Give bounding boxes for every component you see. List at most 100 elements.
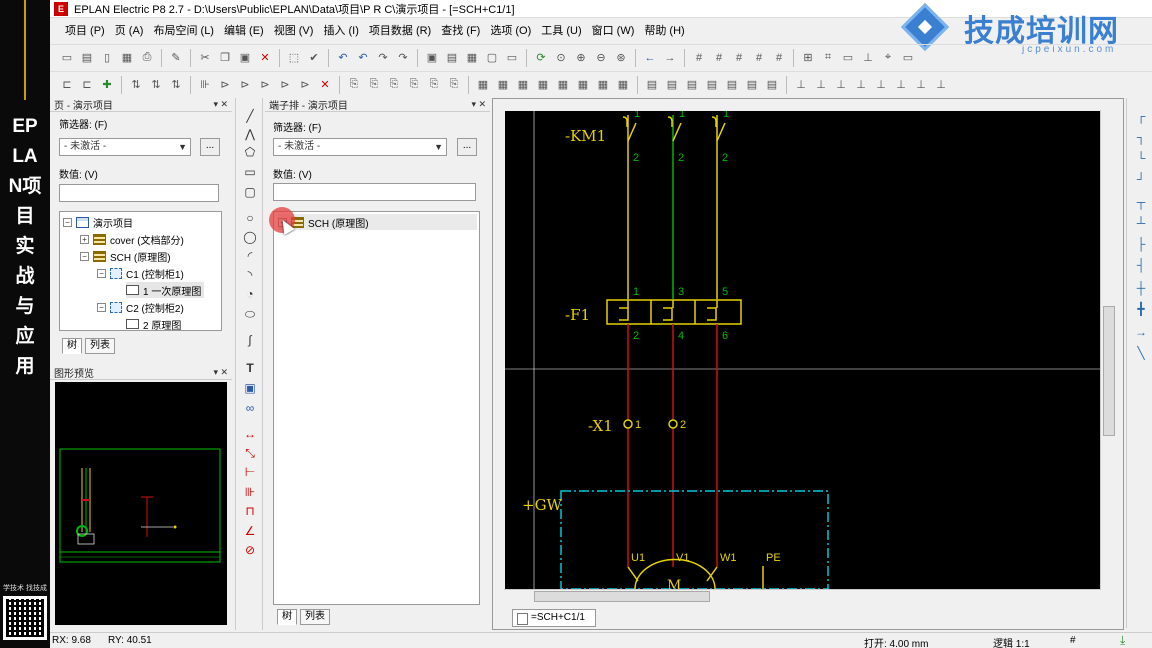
open-project-icon[interactable]: ▤ bbox=[78, 49, 96, 67]
arrange-c-icon[interactable]: ⇅ bbox=[167, 76, 185, 94]
tab-list[interactable]: 列表 bbox=[300, 609, 330, 625]
collapse-icon[interactable]: − bbox=[97, 302, 106, 312]
schematic-canvas[interactable]: -KM1 1 1 1 2 2 2 -F1 1 3 5 2 4 6 -X1 1 2… bbox=[505, 111, 1102, 589]
grid-a-icon[interactable]: # bbox=[690, 49, 708, 67]
circle-3pt-tool-icon[interactable]: ◯ bbox=[241, 229, 259, 245]
report-c-icon[interactable]: ⊳ bbox=[256, 76, 274, 94]
symbol-c-icon[interactable]: ⊥ bbox=[832, 76, 850, 94]
tab-tree[interactable]: 树 bbox=[277, 609, 297, 625]
grid-e-icon[interactable]: # bbox=[770, 49, 788, 67]
symbol-f-icon[interactable]: ⊥ bbox=[892, 76, 910, 94]
tree-node-page2[interactable]: 2 原理图 bbox=[126, 316, 181, 332]
plc-g-icon[interactable]: ▤ bbox=[763, 76, 781, 94]
report-e-icon[interactable]: ⊳ bbox=[296, 76, 314, 94]
symbol-h-icon[interactable]: ⊥ bbox=[932, 76, 950, 94]
menu-project-data[interactable]: 项目数据 (R) bbox=[364, 22, 436, 38]
menu-options[interactable]: 选项 (O) bbox=[485, 22, 536, 38]
table-icon[interactable]: ▤ bbox=[443, 49, 461, 67]
delete-icon[interactable]: ✕ bbox=[256, 49, 274, 67]
menu-layout-space[interactable]: 布局空间 (L) bbox=[148, 22, 219, 38]
horizontal-scrollbar[interactable] bbox=[504, 589, 1100, 603]
horizontal-scroll-thumb[interactable] bbox=[534, 591, 710, 602]
coordinates-icon[interactable]: ⌖ bbox=[879, 49, 897, 67]
macro-e-icon[interactable]: ⎘ bbox=[425, 76, 443, 94]
window-icon[interactable]: ▭ bbox=[503, 49, 521, 67]
tab-tree[interactable]: 树 bbox=[62, 338, 82, 354]
tree-node-sch[interactable]: − SCH (原理图) bbox=[80, 248, 171, 264]
download-icon[interactable]: ⤓ bbox=[1120, 633, 1125, 648]
text-tool-icon[interactable]: T bbox=[241, 360, 259, 376]
expand-icon[interactable]: + bbox=[80, 234, 89, 244]
frame-icon[interactable]: ▢ bbox=[483, 49, 501, 67]
grid-d-icon[interactable]: # bbox=[750, 49, 768, 67]
menu-page[interactable]: 页 (A) bbox=[110, 22, 149, 38]
plc-c-icon[interactable]: ▤ bbox=[683, 76, 701, 94]
menu-tools[interactable]: 工具 (U) bbox=[536, 22, 586, 38]
panel-pin-close-icon[interactable]: ▾ ✕ bbox=[213, 99, 232, 110]
menu-insert[interactable]: 插入 (I) bbox=[318, 22, 363, 38]
forward-icon[interactable]: → bbox=[661, 49, 679, 67]
undo-icon[interactable]: ↶ bbox=[334, 49, 352, 67]
device-e-icon[interactable]: ▦ bbox=[554, 76, 572, 94]
paste-icon[interactable]: ▣ bbox=[236, 49, 254, 67]
tree-node-c2[interactable]: − C2 (控制柜2) bbox=[97, 299, 184, 315]
report-b-icon[interactable]: ⊳ bbox=[236, 76, 254, 94]
image-tool-icon[interactable]: ▣ bbox=[241, 380, 259, 396]
arc-tool-icon[interactable]: ◜ bbox=[241, 248, 259, 264]
aligned-dimension-icon[interactable]: ⤡ bbox=[241, 445, 259, 461]
page-filter-select[interactable]: - 未激活 - ▼ bbox=[59, 138, 191, 156]
tree-node-terminal-sch[interactable]: + SCH (原理图) bbox=[278, 214, 477, 230]
page-nav-icon[interactable]: ⊏ bbox=[58, 76, 76, 94]
menu-project[interactable]: 项目 (P) bbox=[60, 22, 110, 38]
panel-pin-close-icon[interactable]: ▾ ✕ bbox=[471, 99, 490, 110]
grid-b-icon[interactable]: # bbox=[710, 49, 728, 67]
vertical-scrollbar[interactable] bbox=[1100, 110, 1116, 590]
new-project-icon[interactable]: ▭ bbox=[58, 49, 76, 67]
hyperlink-tool-icon[interactable]: ∞ bbox=[241, 400, 259, 416]
macro-c-icon[interactable]: ⎘ bbox=[385, 76, 403, 94]
plc-f-icon[interactable]: ▤ bbox=[743, 76, 761, 94]
document-tab[interactable]: =SCH+C1/1 bbox=[512, 609, 596, 627]
terminal-filter-select[interactable]: - 未激活 - ▼ bbox=[273, 138, 447, 156]
ellipse-tool-icon[interactable]: ⬭ bbox=[241, 306, 259, 322]
tree-node-c1[interactable]: − C1 (控制柜1) bbox=[97, 265, 184, 281]
menu-view[interactable]: 视图 (V) bbox=[269, 22, 319, 38]
grid-c-icon[interactable]: # bbox=[730, 49, 748, 67]
snap-grid-icon[interactable]: ⊞ bbox=[799, 49, 817, 67]
terminal-value-input[interactable] bbox=[273, 183, 476, 201]
plc-a-icon[interactable]: ▤ bbox=[643, 76, 661, 94]
macro-b-icon[interactable]: ⎘ bbox=[365, 76, 383, 94]
x1-terminal-2[interactable] bbox=[668, 419, 678, 429]
new-page-icon[interactable]: ▯ bbox=[98, 49, 116, 67]
corner-top-left-icon[interactable]: ┌ bbox=[1132, 108, 1150, 124]
tab-list[interactable]: 列表 bbox=[85, 338, 115, 354]
arc-3pt-tool-icon[interactable]: ◝ bbox=[241, 267, 259, 283]
radius-dimension-icon[interactable]: ⊘ bbox=[241, 542, 259, 558]
menu-window[interactable]: 窗口 (W) bbox=[587, 22, 640, 38]
redo-list-icon[interactable]: ↷ bbox=[394, 49, 412, 67]
plugin-icon[interactable]: ✚ bbox=[98, 76, 116, 94]
macro-f-icon[interactable]: ⎘ bbox=[445, 76, 463, 94]
plc-b-icon[interactable]: ▤ bbox=[663, 76, 681, 94]
corner-bottom-right-icon[interactable]: ┘ bbox=[1132, 171, 1150, 187]
corner-bottom-left-icon[interactable]: └ bbox=[1132, 150, 1150, 166]
ortho-icon[interactable]: ⊥ bbox=[859, 49, 877, 67]
collapse-icon[interactable]: − bbox=[97, 268, 106, 278]
panel-pin-close-icon[interactable]: ▾ ✕ bbox=[213, 367, 232, 378]
symbol-g-icon[interactable]: ⊥ bbox=[912, 76, 930, 94]
x1-terminal-1[interactable] bbox=[623, 419, 633, 429]
device-d-icon[interactable]: ▦ bbox=[534, 76, 552, 94]
device-g-icon[interactable]: ▦ bbox=[594, 76, 612, 94]
refresh-icon[interactable]: ⟳ bbox=[532, 49, 550, 67]
baseline-dimension-icon[interactable]: ⊓ bbox=[241, 503, 259, 519]
zoom-out-icon[interactable]: ⊖ bbox=[592, 49, 610, 67]
tree-node-cover[interactable]: + cover (文档部分) bbox=[80, 231, 184, 247]
report-a-icon[interactable]: ⊳ bbox=[216, 76, 234, 94]
symbol-e-icon[interactable]: ⊥ bbox=[872, 76, 890, 94]
symbol-d-icon[interactable]: ⊥ bbox=[852, 76, 870, 94]
zoom-all-icon[interactable]: ⊛ bbox=[612, 49, 630, 67]
spline-tool-icon[interactable]: ∫ bbox=[241, 332, 259, 348]
device-b-icon[interactable]: ▦ bbox=[494, 76, 512, 94]
device-h-icon[interactable]: ▦ bbox=[614, 76, 632, 94]
report-d-icon[interactable]: ⊳ bbox=[276, 76, 294, 94]
